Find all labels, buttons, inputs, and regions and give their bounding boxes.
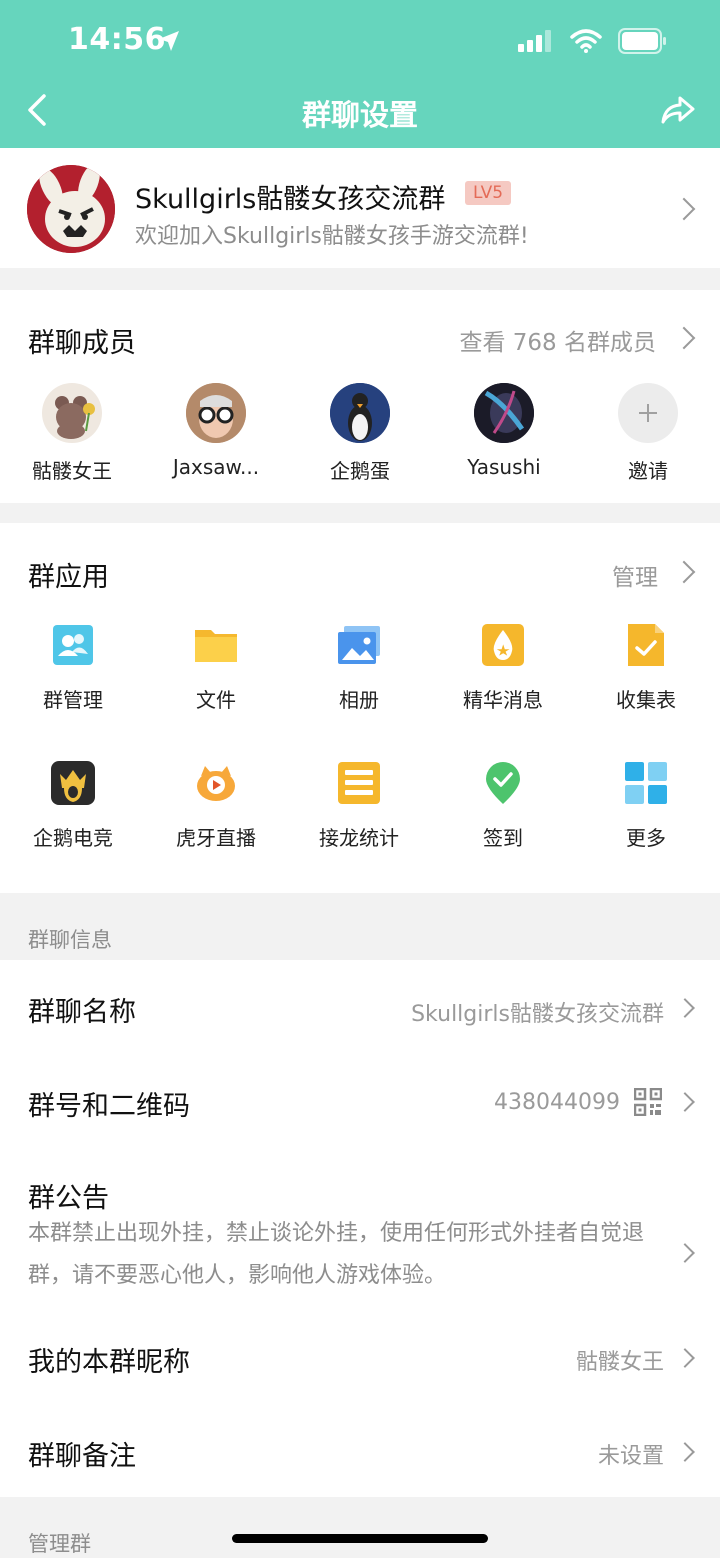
chevron-right-icon (672, 326, 696, 350)
app-esports[interactable]: 企鹅电竞 (13, 760, 133, 851)
skull-mascot-icon (27, 165, 115, 253)
share-icon[interactable] (660, 94, 696, 126)
qr-code-icon (634, 1088, 662, 1116)
group-id-row[interactable]: 群号和二维码 438044099 (0, 1054, 720, 1148)
app-label: 虎牙直播 (176, 826, 256, 850)
chevron-right-icon (672, 560, 696, 584)
notice-text: 本群禁止出现外挂，禁止谈论外挂，使用任何形式外挂者自觉退群，请不要恶心他人，影响… (28, 1221, 645, 1288)
signal-icon (518, 30, 551, 52)
plus-icon (618, 383, 678, 443)
home-indicator (232, 1534, 488, 1543)
more-grid-icon (625, 762, 667, 804)
location-arrow-icon (159, 31, 179, 51)
view-all-members-link[interactable]: 查看 768 名群成员 (459, 323, 656, 357)
page-title: 群聊设置 (301, 98, 418, 132)
my-nickname-row[interactable]: 我的本群昵称 骷髅女王 (0, 1308, 720, 1402)
group-avatar (27, 165, 115, 253)
group-description: 欢迎加入Skullgirls骷髅女孩手游交流群! (135, 224, 529, 249)
essence-icon (482, 624, 524, 666)
group-remark-row[interactable]: 群聊备注 未设置 (0, 1402, 720, 1497)
app-label: 更多 (626, 826, 666, 850)
app-essence[interactable]: 精华消息 (443, 622, 563, 713)
group-profile-card[interactable]: Skullgirls骷髅女孩交流群 LV5 欢迎加入Skullgirls骷髅女孩… (0, 148, 720, 268)
app-more[interactable]: 更多 (586, 760, 706, 851)
app-album[interactable]: 相册 (299, 622, 419, 713)
apps-title: 群应用 (28, 562, 109, 593)
app-label: 收集表 (616, 688, 676, 712)
chevron-right-icon (675, 998, 695, 1018)
wifi-icon (570, 29, 602, 53)
app-label: 签到 (483, 826, 523, 850)
member-name: Jaxsaw... (172, 455, 260, 479)
chevron-right-icon (675, 1348, 695, 1368)
notice-label: 群公告 (28, 1183, 109, 1214)
member-name: 骷髅女王 (32, 459, 112, 483)
group-id-label: 群号和二维码 (28, 1091, 190, 1122)
member-item[interactable]: 企鹅蛋 (300, 383, 420, 484)
members-title: 群聊成员 (28, 328, 136, 359)
member-name: Yasushi (467, 455, 541, 479)
app-label: 文件 (196, 688, 236, 712)
member-avatar (330, 383, 390, 443)
group-name: Skullgirls骷髅女孩交流群 (135, 184, 446, 215)
remark-label: 群聊备注 (28, 1441, 136, 1472)
battery-icon (618, 28, 666, 54)
app-huya[interactable]: 虎牙直播 (156, 760, 276, 851)
group-id-value: 438044099 (494, 1090, 620, 1115)
group-name-value: Skullgirls骷髅女孩交流群 (411, 1002, 664, 1027)
app-label: 精华消息 (463, 688, 543, 712)
album-icon (338, 626, 380, 664)
nickname-value: 骷髅女王 (575, 1350, 664, 1375)
group-level-badge: LV5 (465, 181, 512, 205)
status-icons (518, 28, 668, 54)
app-files[interactable]: 文件 (156, 622, 276, 713)
app-checkin[interactable]: 签到 (443, 760, 563, 851)
app-label: 群管理 (43, 688, 103, 712)
app-label: 接龙统计 (319, 826, 399, 850)
app-collect-form[interactable]: 收集表 (586, 622, 706, 713)
app-solitaire[interactable]: 接龙统计 (299, 760, 419, 851)
chevron-right-icon (675, 1092, 695, 1112)
folder-icon (195, 630, 237, 662)
member-item[interactable]: Yasushi (444, 383, 564, 479)
member-item[interactable]: 骷髅女王 (12, 383, 132, 484)
group-name-row[interactable]: 群聊名称 Skullgirls骷髅女孩交流群 (0, 960, 720, 1054)
member-avatar (42, 383, 102, 443)
checkin-icon (486, 762, 520, 804)
esports-icon (51, 761, 95, 805)
manage-section-label: 管理群 (28, 1532, 91, 1556)
member-avatar (474, 383, 534, 443)
info-section-label: 群聊信息 (28, 928, 112, 952)
status-time: 14:56 (68, 22, 166, 57)
member-name: 企鹅蛋 (330, 459, 390, 483)
form-icon (628, 624, 664, 666)
nickname-label: 我的本群昵称 (28, 1347, 190, 1378)
header-bar: 14:56 群聊设置 (0, 0, 720, 148)
chevron-right-icon (675, 1243, 695, 1263)
app-label: 相册 (339, 688, 379, 712)
app-group-manage[interactable]: 群管理 (13, 622, 133, 713)
member-avatar (186, 383, 246, 443)
chevron-right-icon (672, 197, 696, 221)
huya-icon (197, 766, 235, 801)
apps-manage-link[interactable]: 管理 (612, 558, 658, 592)
group-manage-icon (53, 625, 93, 665)
app-label: 企鹅电竞 (33, 826, 113, 850)
remark-value: 未设置 (597, 1444, 664, 1469)
invite-label: 邀请 (628, 459, 668, 483)
member-item[interactable]: Jaxsaw... (156, 383, 276, 479)
group-name-label: 群聊名称 (28, 997, 136, 1028)
chevron-right-icon (675, 1442, 695, 1462)
solitaire-icon (338, 762, 380, 804)
invite-member-button[interactable]: 邀请 (588, 383, 708, 484)
